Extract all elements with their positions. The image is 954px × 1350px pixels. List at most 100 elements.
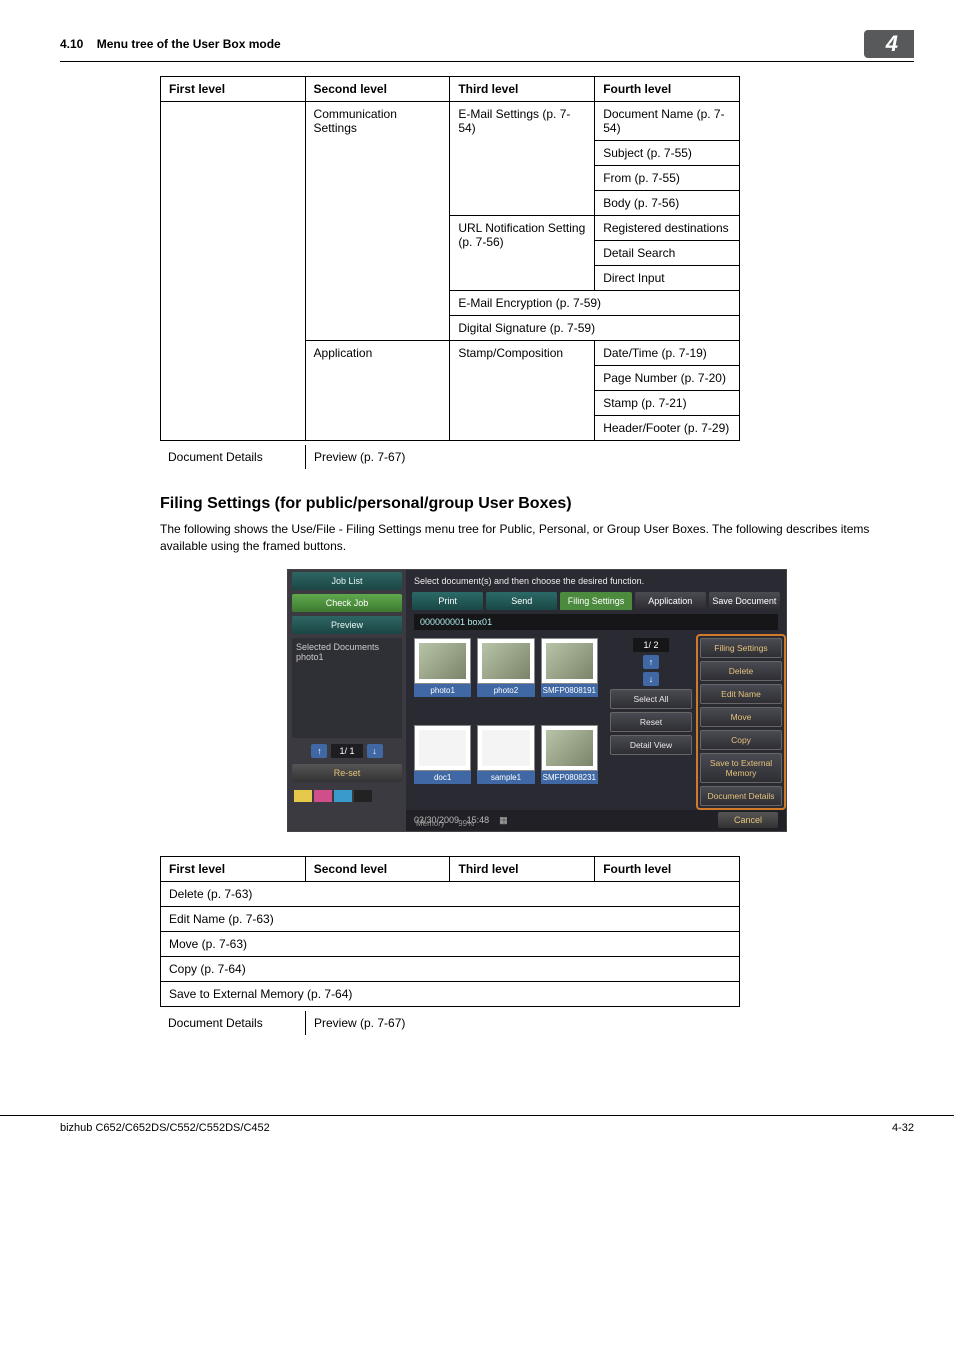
move-button[interactable]: Move [700, 707, 782, 727]
menu-tree-table-2: First level Second level Third level Fou… [160, 856, 740, 1007]
reset-button[interactable]: Reset [610, 712, 692, 732]
filing-settings-heading: Filing Settings (for public/personal/gro… [160, 495, 914, 513]
third-email: E-Mail Settings (p. 7-54) [450, 102, 595, 216]
section-number: 4.10 [60, 37, 83, 51]
thumbnail[interactable] [414, 725, 471, 771]
row-delete: Delete (p. 7-63) [161, 881, 740, 906]
thumbnail[interactable] [477, 725, 534, 771]
edit-name-button[interactable]: Edit Name [700, 684, 782, 704]
delete-button[interactable]: Delete [700, 661, 782, 681]
thumb-label: SMFP0808191 [541, 684, 598, 697]
fourth-datetime: Date/Time (p. 7-19) [595, 341, 740, 366]
menu-tree-table-1: First level Second level Third level Fou… [160, 76, 740, 441]
chapter-badge: 4 [864, 30, 914, 58]
right-page-number: 1/ 2 [633, 638, 668, 652]
preview-button[interactable]: Preview [292, 616, 402, 634]
col-fourth: Fourth level [595, 77, 740, 102]
table1-below: Document Details Preview (p. 7-67) [160, 445, 740, 469]
left-page-number: 1/ 1 [331, 744, 362, 758]
doc-details: Document Details [160, 445, 305, 469]
row-edit: Edit Name (p. 7-63) [161, 906, 740, 931]
section-title: Menu tree of the User Box mode [97, 37, 281, 51]
document-grid: photo1 photo2 SMFP0808191 doc1 sample1 S… [406, 634, 606, 810]
save-external-button[interactable]: Save to External Memory [700, 753, 782, 783]
filing-settings-label: Filing Settings [700, 638, 782, 658]
table2-below: Document Details Preview (p. 7-67) [160, 1011, 740, 1035]
fourth-reg: Registered destinations [595, 216, 740, 241]
col-second: Second level [305, 856, 450, 881]
thumb-label: photo1 [414, 684, 471, 697]
fourth-subject: Subject (p. 7-55) [595, 141, 740, 166]
preview-ref: Preview (p. 7-67) [305, 445, 450, 469]
second-comm: Communication Settings [305, 102, 450, 341]
thumb-label: doc1 [414, 771, 471, 784]
page-header: 4.10 Menu tree of the User Box mode 4 [60, 30, 914, 62]
third-email-enc: E-Mail Encryption (p. 7-59) [450, 291, 740, 316]
check-job-button[interactable]: Check Job [292, 594, 402, 612]
tab-application[interactable]: Application [635, 592, 706, 610]
thumb-label: sample1 [477, 771, 534, 784]
thumb-label: SMFP0808231 [541, 771, 598, 784]
col-first: First level [161, 856, 306, 881]
fourth-hf: Header/Footer (p. 7-29) [595, 416, 740, 441]
row-copy: Copy (p. 7-64) [161, 956, 740, 981]
fourth-from: From (p. 7-55) [595, 166, 740, 191]
fourth-stamp: Stamp (p. 7-21) [595, 391, 740, 416]
job-list-button[interactable]: Job List [292, 572, 402, 590]
third-stamp: Stamp/Composition [450, 341, 595, 441]
memory-icon: ▦ [499, 815, 508, 825]
right-actions: 1/ 2 ↑ ↓ Select All Reset Detail View [606, 634, 696, 810]
footer-model: bizhub C652/C652DS/C552/C552DS/C452 [60, 1122, 270, 1134]
fourth-body: Body (p. 7-56) [595, 191, 740, 216]
detail-view-button[interactable]: Detail View [610, 735, 692, 755]
thumbnail[interactable] [414, 638, 471, 684]
preview-ref: Preview (p. 7-67) [305, 1011, 450, 1035]
thumbnail[interactable] [541, 725, 598, 771]
page-footer: bizhub C652/C652DS/C552/C552DS/C452 4-32 [0, 1115, 954, 1134]
breadcrumb: 000000001 box01 [414, 614, 778, 630]
arrow-up-icon[interactable]: ↑ [311, 744, 327, 758]
filing-settings-body: The following shows the Use/File - Filin… [160, 521, 914, 555]
col-third: Third level [450, 77, 595, 102]
select-all-button[interactable]: Select All [610, 689, 692, 709]
fourth-pagenum: Page Number (p. 7-20) [595, 366, 740, 391]
tab-send[interactable]: Send [486, 592, 557, 610]
tab-print[interactable]: Print [412, 592, 483, 610]
doc-details: Document Details [160, 1011, 305, 1035]
document-details-button[interactable]: Document Details [700, 786, 782, 806]
arrow-down-icon[interactable]: ↓ [643, 672, 659, 686]
third-url: URL Notification Setting (p. 7-56) [450, 216, 595, 291]
row-move: Move (p. 7-63) [161, 931, 740, 956]
footer-page: 4-32 [892, 1122, 914, 1134]
toner-c-icon [334, 790, 352, 802]
toner-y-icon [294, 790, 312, 802]
selected-documents-item: photo1 [296, 652, 398, 662]
arrow-up-icon[interactable]: ↑ [643, 655, 659, 669]
second-app: Application [305, 341, 450, 441]
toner-k-icon [354, 790, 372, 802]
col-first: First level [161, 77, 306, 102]
status-memory-pct: 99% [458, 819, 474, 828]
tab-filing-settings[interactable]: Filing Settings [560, 592, 631, 610]
thumbnail[interactable] [541, 638, 598, 684]
third-dig-sig: Digital Signature (p. 7-59) [450, 316, 740, 341]
fourth-detail: Detail Search [595, 241, 740, 266]
instruction-text: Select document(s) and then choose the d… [406, 570, 786, 592]
col-third: Third level [450, 856, 595, 881]
thumbnail[interactable] [477, 638, 534, 684]
reset-button-left[interactable]: Re-set [292, 764, 402, 782]
tab-save-document[interactable]: Save Document [709, 592, 780, 610]
arrow-down-icon[interactable]: ↓ [367, 744, 383, 758]
selected-documents-title: Selected Documents [296, 642, 398, 652]
col-second: Second level [305, 77, 450, 102]
fourth-docname: Document Name (p. 7-54) [595, 102, 740, 141]
copy-button[interactable]: Copy [700, 730, 782, 750]
col-fourth: Fourth level [595, 856, 740, 881]
row-save: Save to External Memory (p. 7-64) [161, 981, 740, 1006]
selected-documents-panel: Selected Documents photo1 [292, 638, 402, 738]
cancel-button[interactable]: Cancel [718, 812, 778, 828]
thumb-label: photo2 [477, 684, 534, 697]
left-pager: ↑ 1/ 1 ↓ [292, 744, 402, 758]
fourth-direct: Direct Input [595, 266, 740, 291]
filing-actions-group: Filing Settings Delete Edit Name Move Co… [696, 634, 786, 810]
